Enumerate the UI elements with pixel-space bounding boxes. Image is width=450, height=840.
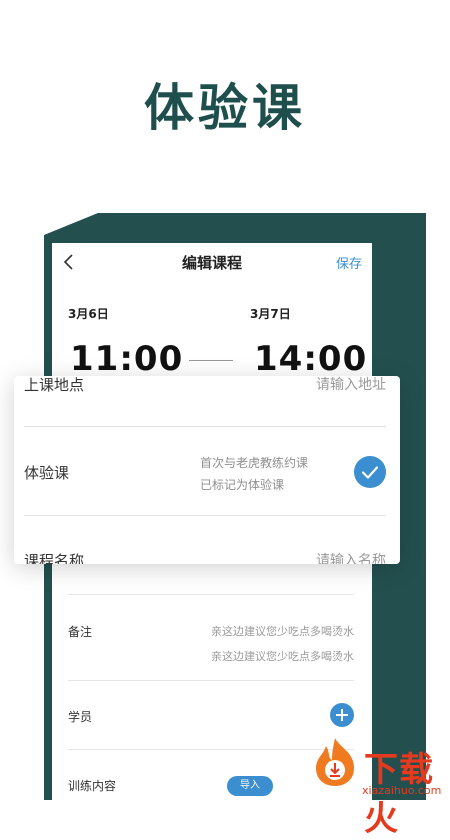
trial-label: 体验课 (24, 464, 70, 482)
check-circle-icon[interactable] (354, 456, 386, 488)
location-label: 上课地点 (24, 376, 85, 394)
flame-logo-icon (316, 738, 354, 786)
start-time[interactable]: 11:00 (70, 339, 183, 379)
row-divider (68, 680, 354, 681)
note-line-2[interactable]: 亲这边建议您少吃点多喝烫水 (211, 648, 354, 664)
row-divider (68, 594, 354, 595)
trial-desc-line-1: 首次与老虎教练约课 (200, 456, 309, 470)
course-name-label: 课程名称 (24, 552, 85, 564)
end-time[interactable]: 14:00 (254, 339, 367, 379)
trial-desc-line-2: 已标记为体验课 (200, 478, 285, 492)
card-divider (24, 426, 386, 427)
watermark: 下载火 xiazaihuo.com (250, 732, 450, 839)
trial-description: 首次与老虎教练约课 已标记为体验课 (200, 452, 308, 496)
end-date[interactable]: 3月7日 (250, 305, 291, 322)
page-title: 体验课 (144, 79, 306, 137)
add-student-button[interactable] (330, 703, 354, 727)
note-label: 备注 (68, 625, 93, 639)
training-content-label: 训练内容 (68, 779, 117, 793)
card-divider (24, 515, 386, 516)
students-label: 学员 (68, 710, 93, 724)
course-name-input[interactable]: 请输入名称 (316, 550, 386, 564)
note-line-1[interactable]: 亲这边建议您少吃点多喝烫水 (211, 623, 354, 639)
time-range-divider (189, 360, 233, 361)
location-input[interactable]: 请输入地址 (316, 376, 386, 394)
start-date[interactable]: 3月6日 (68, 305, 109, 322)
save-button[interactable]: 保存 (336, 253, 362, 272)
watermark-brand-en: xiazaihuo.com (362, 784, 442, 797)
floating-card: 上课地点 请输入地址 体验课 首次与老虎教练约课 已标记为体验课 课程名称 请输… (14, 376, 400, 564)
nav-title: 编辑课程 (181, 254, 242, 272)
navigation-bar: 编辑课程 保存 (52, 243, 372, 281)
